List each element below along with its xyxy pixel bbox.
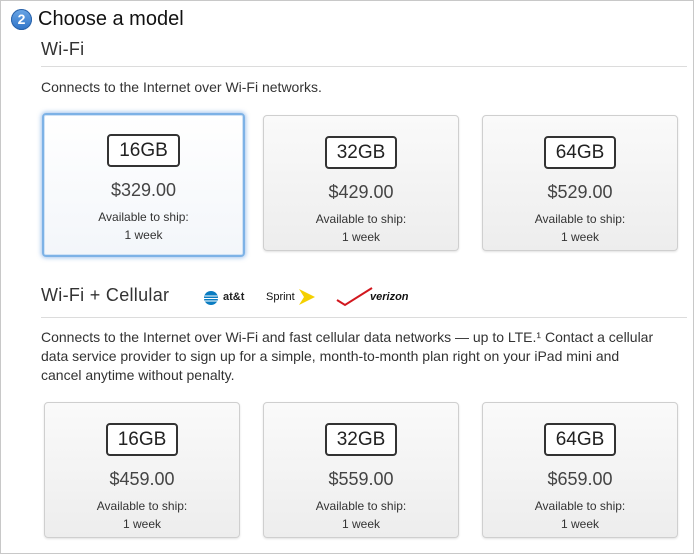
wifi-section-title: Wi-Fi: [41, 39, 85, 59]
cellular-description-line3: cancel anytime without penalty.: [41, 367, 235, 383]
capacity-label: 16GB: [105, 423, 179, 456]
ship-info: Available to ship: 1 week: [44, 208, 243, 244]
verizon-check-icon: [336, 287, 373, 307]
step-number-badge: 2: [11, 8, 32, 30]
cellular-section-title: Wi-Fi + Cellular: [41, 285, 170, 305]
ship-label: Available to ship:: [534, 212, 626, 226]
price: $459.00: [109, 469, 175, 489]
wifi-64gb-option[interactable]: 64GB $529.00 Available to ship: 1 week: [482, 115, 678, 251]
ship-info: Available to ship: 1 week: [483, 497, 677, 533]
verizon-logo-text: verizon: [370, 291, 409, 303]
capacity-label: 32GB: [324, 136, 398, 169]
ship-info: Available to ship: 1 week: [45, 497, 239, 533]
cellular-16gb-option[interactable]: 16GB $459.00 Available to ship: 1 week: [44, 402, 240, 538]
att-logo-text: at&t: [223, 291, 245, 303]
ship-time: 1 week: [560, 517, 600, 531]
wifi-description: Connects to the Internet over Wi-Fi netw…: [41, 79, 322, 95]
ship-label: Available to ship:: [315, 499, 407, 513]
step-title: Choose a model: [38, 7, 184, 30]
ship-time: 1 week: [122, 517, 162, 531]
capacity-label: 32GB: [324, 423, 398, 456]
model-chooser-panel: 2 Choose a model Wi-Fi Connects to the I…: [0, 0, 694, 554]
cellular-description: Connects to the Internet over Wi-Fi and …: [41, 328, 681, 385]
att-globe-icon: [204, 291, 218, 305]
capacity-label: 64GB: [543, 136, 617, 169]
cellular-32gb-option[interactable]: 32GB $559.00 Available to ship: 1 week: [263, 402, 459, 538]
capacity-label: 16GB: [107, 134, 180, 167]
wifi-32gb-option[interactable]: 32GB $429.00 Available to ship: 1 week: [263, 115, 459, 251]
price: $659.00: [547, 469, 613, 489]
ship-time: 1 week: [124, 228, 163, 242]
ship-label: Available to ship:: [315, 212, 407, 226]
cellular-64gb-option[interactable]: 64GB $659.00 Available to ship: 1 week: [482, 402, 678, 538]
price: $329.00: [110, 180, 177, 200]
wifi-divider: [41, 66, 687, 67]
ship-info: Available to ship: 1 week: [264, 210, 458, 246]
cellular-divider: [41, 317, 687, 318]
ship-time: 1 week: [560, 230, 600, 244]
capacity-label: 64GB: [543, 423, 617, 456]
sprint-pin-icon: [299, 289, 315, 305]
wifi-16gb-option[interactable]: 16GB $329.00 Available to ship: 1 week: [42, 113, 245, 257]
cellular-description-line1: Connects to the Internet over Wi-Fi and …: [41, 329, 654, 345]
ship-time: 1 week: [341, 230, 381, 244]
price: $429.00: [328, 182, 394, 202]
ship-label: Available to ship:: [534, 499, 626, 513]
ship-label: Available to ship:: [98, 210, 189, 224]
sprint-logo-text: Sprint: [266, 291, 295, 303]
price: $529.00: [547, 182, 613, 202]
ship-label: Available to ship:: [96, 499, 188, 513]
ship-info: Available to ship: 1 week: [483, 210, 677, 246]
cellular-description-line2: data service provider to sign up for a s…: [41, 348, 620, 364]
price: $559.00: [328, 469, 394, 489]
ship-time: 1 week: [341, 517, 381, 531]
ship-info: Available to ship: 1 week: [264, 497, 458, 533]
step-header: 2 Choose a model: [11, 5, 184, 33]
